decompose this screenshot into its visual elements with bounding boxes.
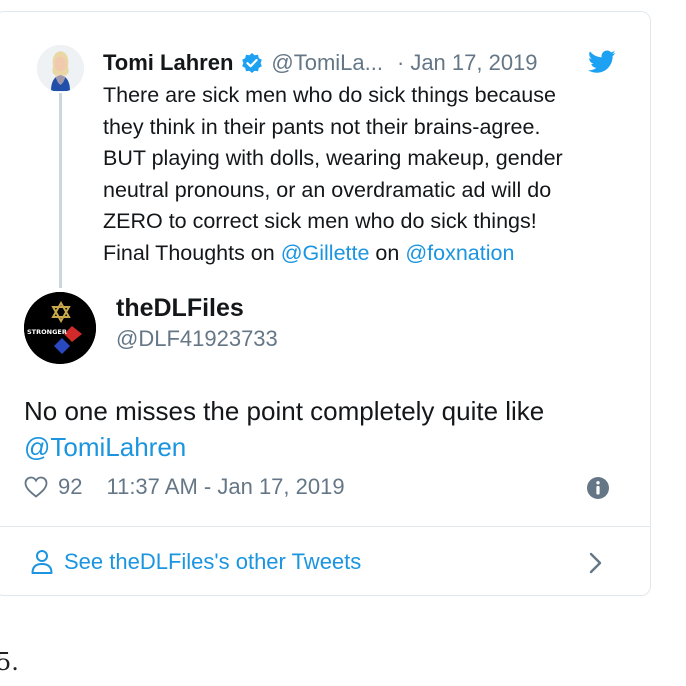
quoted-tweet-text: There are sick men who do sick things be…: [103, 80, 633, 270]
twitter-bird-icon[interactable]: [588, 50, 616, 74]
chevron-right-icon[interactable]: [588, 551, 604, 575]
info-icon[interactable]: [586, 476, 610, 500]
see-other-tweets-link[interactable]: See theDLFiles's other Tweets: [30, 546, 620, 578]
like-count[interactable]: 92: [58, 474, 82, 500]
see-other-tweets-label[interactable]: See theDLFiles's other Tweets: [64, 549, 361, 575]
quoted-text-line: There are sick men who do sick things be…: [103, 83, 556, 107]
quoted-text-prefix: Final Thoughts on: [103, 240, 281, 265]
tweet-meta-row: 92 11:37 AM - Jan 17, 2019: [24, 472, 624, 502]
author-handle[interactable]: @DLF41923733: [116, 326, 278, 352]
author-avatar[interactable]: STRONGER: [24, 292, 96, 364]
quoted-text-line: ZERO to correct sick men who do sick thi…: [103, 209, 537, 234]
verified-badge-icon: [241, 52, 263, 74]
quoted-tweet-header: Tomi Lahren @TomiLa... · Jan 17, 2019: [103, 48, 623, 78]
quoted-text-last-line: Final Thoughts on @Gillette on @foxnatio…: [103, 238, 633, 270]
quoted-text-line: BUT playing with dolls, wearing makeup, …: [103, 146, 563, 171]
mention-foxnation-link[interactable]: @foxnation: [405, 241, 514, 265]
quoted-tweet-date[interactable]: Jan 17, 2019: [410, 50, 537, 76]
quoted-author-handle[interactable]: @TomiLa...: [271, 50, 383, 76]
quoted-author-avatar[interactable]: [37, 45, 84, 92]
list-number-caption: 5.: [0, 648, 19, 676]
quoted-text-line: neutral pronouns, or an overdramatic ad …: [103, 177, 552, 202]
thread-connector-line: [59, 93, 62, 288]
quoted-author-name[interactable]: Tomi Lahren: [103, 50, 233, 76]
author-name[interactable]: theDLFiles: [116, 294, 244, 323]
separator-dot: ·: [396, 50, 405, 75]
tweet-text: No one misses the point completely quite…: [24, 393, 624, 465]
heart-icon[interactable]: [24, 476, 48, 498]
mention-gillette-link[interactable]: @Gillette: [281, 241, 370, 265]
quoted-text-middle: on: [369, 240, 406, 265]
tweet-text-line: No one misses the point completely quite…: [24, 396, 545, 426]
quoted-text-line: they think in their pants not their brai…: [103, 114, 541, 139]
tweet-timestamp[interactable]: 11:37 AM - Jan 17, 2019: [106, 474, 344, 500]
avatar-label: STRONGER: [27, 328, 67, 336]
footer-divider: [0, 526, 651, 527]
mention-tomilahren-link[interactable]: @TomiLahren: [24, 429, 624, 465]
person-icon: [30, 549, 54, 575]
